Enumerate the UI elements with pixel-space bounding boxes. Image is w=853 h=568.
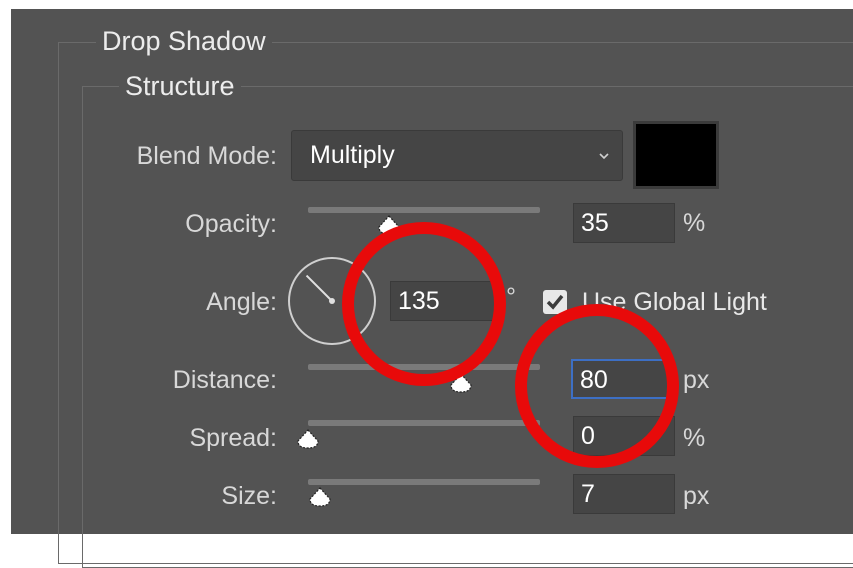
- shadow-color-swatch[interactable]: [633, 121, 719, 189]
- size-input[interactable]: 7: [573, 474, 675, 514]
- opacity-input[interactable]: 35: [573, 203, 675, 243]
- structure-title: Structure: [119, 70, 241, 102]
- spread-slider-track[interactable]: [308, 420, 540, 426]
- opacity-slider-thumb[interactable]: [377, 215, 401, 235]
- blend-mode-value: Multiply: [310, 141, 395, 169]
- spread-unit: %: [683, 424, 706, 452]
- spread-label: Spread:: [189, 424, 277, 452]
- layer-style-panel: Drop Shadow Structure Blend Mode: Multip…: [11, 9, 853, 568]
- opacity-label: Opacity:: [185, 210, 277, 238]
- blend-mode-select[interactable]: Multiply: [291, 130, 623, 181]
- use-global-light-label[interactable]: Use Global Light: [582, 286, 767, 318]
- distance-slider-track[interactable]: [308, 364, 540, 370]
- distance-label: Distance:: [172, 366, 277, 394]
- drop-shadow-title: Drop Shadow: [96, 25, 272, 57]
- spread-slider-thumb[interactable]: [296, 429, 320, 449]
- distance-unit: px: [683, 366, 710, 394]
- size-label: Size:: [221, 482, 277, 510]
- use-global-light-checkbox[interactable]: [543, 290, 567, 314]
- checkmark-icon: [546, 294, 564, 310]
- size-unit: px: [683, 482, 710, 510]
- size-slider-track[interactable]: [308, 479, 540, 485]
- angle-dial[interactable]: [287, 256, 377, 346]
- distance-slider-thumb[interactable]: [449, 373, 473, 393]
- distance-input[interactable]: 80: [571, 359, 669, 399]
- opacity-unit: %: [683, 209, 706, 237]
- angle-label: Angle:: [206, 288, 277, 316]
- angle-unit: °: [506, 283, 516, 311]
- angle-input[interactable]: 135: [390, 281, 500, 321]
- blend-mode-label: Blend Mode:: [136, 142, 277, 170]
- chevron-down-icon: [599, 153, 609, 160]
- size-slider-thumb[interactable]: [308, 487, 332, 507]
- spread-input[interactable]: 0: [573, 416, 675, 456]
- opacity-slider-track[interactable]: [308, 207, 540, 213]
